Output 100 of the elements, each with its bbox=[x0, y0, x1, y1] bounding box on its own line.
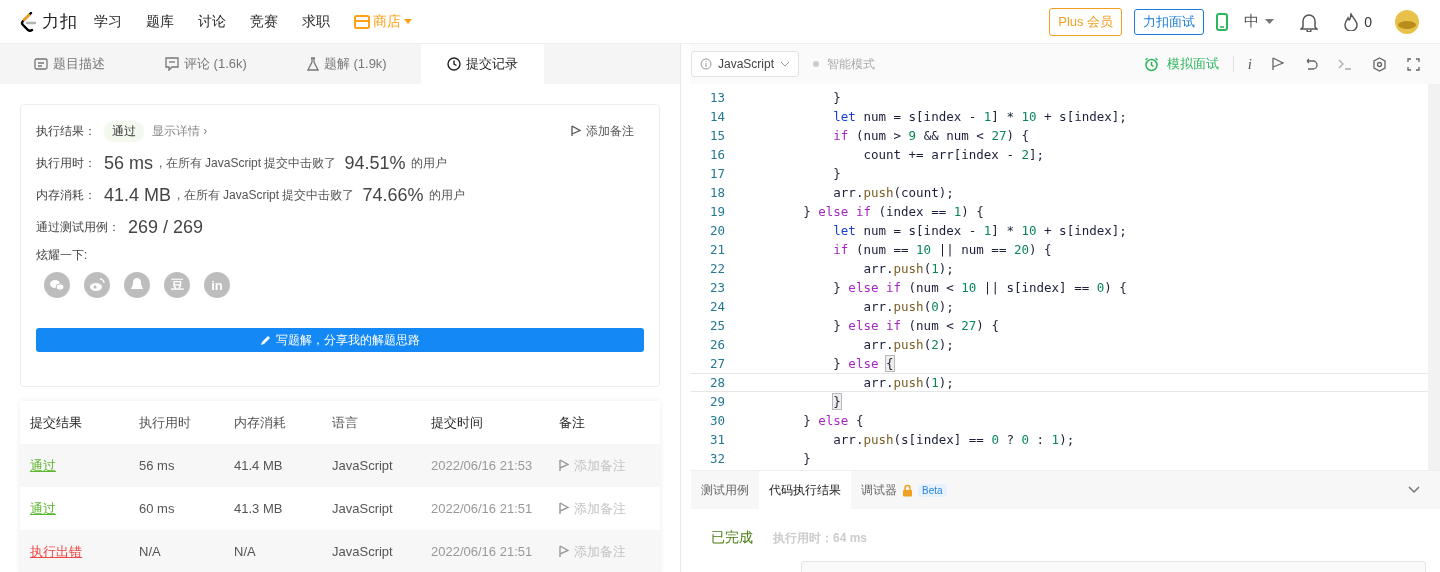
panel-tab[interactable]: 题目描述 bbox=[8, 44, 131, 84]
code-line: arr.push(s[index] == 0 ? 0 : 1); bbox=[832, 432, 1075, 447]
stat-label: 内存消耗： bbox=[36, 186, 97, 204]
comment-icon bbox=[165, 57, 179, 71]
status-link[interactable]: 通过 bbox=[30, 499, 139, 518]
line-number: 23 bbox=[708, 280, 725, 295]
stat-label: 执行用时： bbox=[36, 154, 97, 172]
code-line: let num = s[index - 1] * 10 + s[index]; bbox=[832, 109, 1127, 124]
chevron-down-icon[interactable] bbox=[1408, 486, 1420, 494]
caret-icon bbox=[404, 19, 412, 24]
table-cell-text: 60 ms bbox=[139, 501, 176, 516]
line-number: 28 bbox=[708, 375, 725, 390]
console-tab[interactable]: 测试用例 bbox=[691, 471, 759, 509]
store-icon bbox=[354, 14, 370, 29]
code-line: } else if (num < 10 || s[index] == 0) { bbox=[832, 280, 1127, 295]
table-cell-text: 2022/06/16 21:51 bbox=[431, 544, 534, 559]
line-number: 20 bbox=[708, 223, 725, 238]
status-badge: 通过 bbox=[104, 120, 144, 142]
code-line: } else if (num < 27) { bbox=[832, 318, 999, 333]
line-number: 19 bbox=[708, 204, 725, 219]
flag-icon bbox=[559, 502, 569, 515]
stat-value: 56 ms bbox=[104, 152, 154, 174]
add-note-link[interactable]: 添加备注 bbox=[571, 122, 634, 140]
smart-mode-toggle[interactable]: 智能模式 bbox=[813, 55, 876, 73]
console-tab[interactable]: 代码执行结果 bbox=[759, 471, 851, 509]
panel-tab[interactable]: 提交记录 bbox=[420, 44, 544, 84]
table-cell-text: 41.3 MB bbox=[234, 501, 284, 516]
penguin-share-icon[interactable] bbox=[124, 272, 150, 298]
mock-interview-button[interactable]: 模拟面试 bbox=[1143, 55, 1219, 73]
nav-link[interactable]: 讨论 bbox=[198, 12, 226, 31]
chat-share-icon[interactable] bbox=[44, 272, 70, 298]
stat-text: , 在所有 JavaScript 提交中击败了 bbox=[177, 186, 355, 204]
table-cell-text: N/A bbox=[234, 544, 257, 559]
interview-button[interactable]: 力扣面试 bbox=[1134, 8, 1205, 35]
line-number: 29 bbox=[708, 394, 725, 409]
table-cell-text: JavaScript bbox=[332, 501, 394, 516]
reset-icon[interactable] bbox=[1304, 58, 1318, 70]
weibo-share-icon[interactable] bbox=[84, 272, 110, 298]
code-line: } bbox=[832, 90, 841, 105]
nav-link[interactable]: 题库 bbox=[146, 12, 174, 31]
status-link[interactable]: 执行出错 bbox=[30, 542, 139, 561]
run-status: 已完成 bbox=[711, 529, 753, 547]
nav-link[interactable]: 竞赛 bbox=[250, 12, 278, 31]
details-link[interactable]: 显示详情 › bbox=[152, 122, 208, 140]
line-number: 26 bbox=[708, 337, 725, 352]
table-cell-text: 41.4 MB bbox=[234, 458, 284, 473]
code-line: arr.push(count); bbox=[832, 185, 954, 200]
info-button[interactable]: i bbox=[1247, 55, 1252, 73]
language-select[interactable]: JavaScript bbox=[691, 51, 800, 77]
code-line: } else { bbox=[832, 356, 894, 371]
share-label: 炫耀一下: bbox=[36, 247, 89, 264]
phone-icon[interactable] bbox=[1216, 12, 1229, 31]
cases-value: 269 / 269 bbox=[128, 216, 204, 238]
terminal-icon[interactable] bbox=[1338, 58, 1352, 70]
table-cell-text: 2022/06/16 21:53 bbox=[431, 458, 534, 473]
table-cell-text: JavaScript bbox=[332, 544, 394, 559]
alarm-clock-icon bbox=[1143, 56, 1159, 72]
avatar[interactable] bbox=[1394, 8, 1420, 35]
logo-text[interactable]: 力扣 bbox=[42, 10, 78, 33]
chevron-down-icon bbox=[780, 61, 791, 67]
line-number: 32 bbox=[708, 451, 725, 466]
line-number: 27 bbox=[708, 356, 725, 371]
clock-icon bbox=[446, 57, 461, 71]
column-header: 内存消耗 bbox=[234, 413, 287, 432]
write-solution-button[interactable]: 写题解，分享我的解题思路 bbox=[36, 328, 644, 352]
points-count: 0 bbox=[1364, 13, 1372, 30]
stat-value: 41.4 MB bbox=[104, 184, 172, 206]
panel-tab[interactable]: 评论 (1.6k) bbox=[139, 44, 273, 84]
stat-suffix: 的用户 bbox=[411, 154, 448, 172]
nav-link[interactable]: 学习 bbox=[94, 12, 122, 31]
line-number: 15 bbox=[708, 128, 725, 143]
line-number: 21 bbox=[708, 242, 725, 257]
panel-tab[interactable]: 题解 (1.9k) bbox=[280, 44, 413, 84]
stat-suffix: 的用户 bbox=[429, 186, 466, 204]
settings-icon[interactable] bbox=[1372, 56, 1387, 72]
column-header: 语言 bbox=[332, 413, 359, 432]
nav-link[interactable]: 求职 bbox=[302, 12, 330, 31]
stat-percent: 94.51% bbox=[344, 152, 406, 174]
code-line: } bbox=[832, 166, 841, 181]
pencil-icon bbox=[260, 334, 272, 346]
beta-badge: Beta bbox=[918, 483, 947, 497]
flag-icon[interactable] bbox=[1272, 57, 1284, 71]
flame-icon[interactable] bbox=[1344, 12, 1359, 31]
cases-label: 通过测试用例： bbox=[36, 218, 121, 236]
status-link[interactable]: 通过 bbox=[30, 456, 139, 475]
code-line: arr.push(0); bbox=[862, 299, 954, 314]
flag-icon bbox=[571, 125, 581, 137]
fullscreen-icon[interactable] bbox=[1407, 57, 1420, 71]
line-number: 25 bbox=[708, 318, 725, 333]
code-line: } bbox=[802, 451, 811, 466]
column-header: 提交时间 bbox=[431, 413, 484, 432]
flask-icon bbox=[306, 57, 319, 71]
line-number: 30 bbox=[708, 413, 725, 428]
console-tab[interactable]: 调试器 Beta bbox=[851, 471, 957, 509]
line-number: 22 bbox=[708, 261, 725, 276]
language-switch[interactable]: 中 bbox=[1244, 12, 1275, 31]
flag-icon bbox=[559, 545, 569, 558]
column-header: 执行用时 bbox=[139, 413, 192, 432]
code-line: if (num == 10 || num == 20) { bbox=[832, 242, 1052, 257]
bell-icon[interactable] bbox=[1300, 11, 1319, 32]
